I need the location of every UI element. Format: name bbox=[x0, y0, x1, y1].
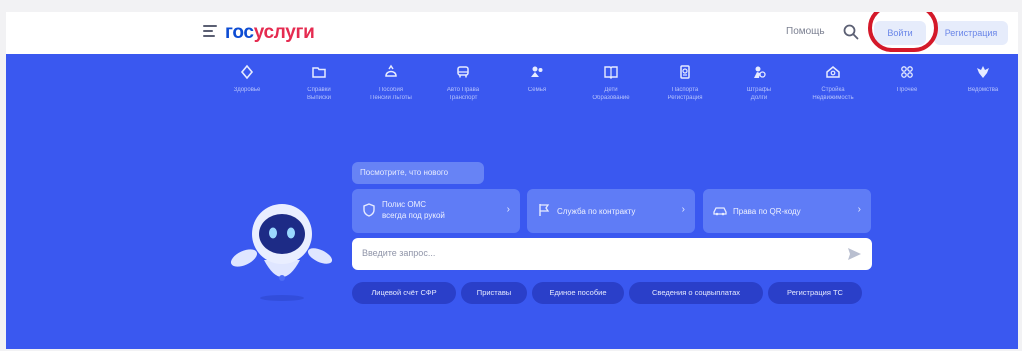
top-header: госуслуги Помощь Войти Регистрация bbox=[6, 12, 1018, 54]
category-family[interactable]: Семья bbox=[502, 64, 572, 94]
gosuslugi-logo[interactable]: госуслуги bbox=[225, 22, 315, 44]
category-certificates[interactable]: Справки Выписки bbox=[284, 64, 354, 102]
quick-card-oms[interactable]: Полис ОМС всегда под рукой › bbox=[352, 189, 520, 233]
logo-part-gos: гос bbox=[225, 22, 254, 43]
search-icon[interactable] bbox=[842, 23, 860, 41]
category-auto[interactable]: Авто Права Транспорт bbox=[428, 64, 498, 102]
category-sublabel: Недвижимость bbox=[812, 95, 854, 101]
shield-icon bbox=[363, 203, 375, 217]
category-label: Семья bbox=[527, 87, 547, 93]
category-sublabel: Регистрация bbox=[667, 95, 703, 101]
building-icon bbox=[826, 66, 840, 78]
car-icon bbox=[713, 207, 727, 216]
register-button[interactable]: Регистрация bbox=[934, 21, 1008, 45]
grid-icon bbox=[901, 66, 913, 78]
highlight-circle bbox=[868, 12, 938, 52]
chip-unified-benefit[interactable]: Единое пособие bbox=[532, 282, 624, 304]
gosuslugi-page: госуслуги Помощь Войти Регистрация Здоро… bbox=[6, 12, 1018, 349]
house-icon bbox=[385, 64, 397, 77]
robot-assistant-illustration bbox=[230, 204, 333, 301]
category-label: Ведомства bbox=[967, 87, 999, 93]
category-label: Здоровье bbox=[233, 87, 261, 93]
category-nav: Здоровье Справки Выписки Пособия Пенсии … bbox=[212, 64, 1012, 124]
quick-card-qr-license[interactable]: Права по QR-коду › bbox=[703, 189, 871, 233]
chip-social-payments[interactable]: Сведения о соцвыплатах bbox=[629, 282, 763, 304]
category-benefits[interactable]: Пособия Пенсии Льготы bbox=[356, 64, 426, 102]
quick-card-subtitle: всегда под рукой bbox=[382, 211, 445, 220]
category-label: Паспорта bbox=[671, 87, 699, 93]
category-health[interactable]: Здоровье bbox=[212, 64, 282, 94]
search-input[interactable]: Введите запрос... bbox=[352, 238, 872, 270]
emblem-icon bbox=[977, 66, 989, 78]
fines-icon bbox=[754, 66, 766, 78]
flag-icon bbox=[539, 204, 550, 216]
whats-new-button[interactable]: Посмотрите, что нового bbox=[352, 162, 484, 184]
book-icon bbox=[604, 66, 618, 79]
category-label: Прочее bbox=[896, 87, 918, 93]
car-icon bbox=[457, 66, 469, 78]
send-icon[interactable] bbox=[846, 246, 862, 262]
search-placeholder: Введите запрос... bbox=[362, 248, 436, 258]
category-passports[interactable]: Паспорта Регистрация bbox=[650, 64, 720, 102]
quick-card-title: Служба по контракту bbox=[557, 207, 636, 216]
menu-icon[interactable] bbox=[203, 25, 217, 39]
category-label: Пособия bbox=[378, 87, 404, 93]
category-sublabel: Долги bbox=[750, 95, 768, 101]
category-label: Стройка bbox=[821, 87, 845, 93]
quick-card-contract-service[interactable]: Служба по контракту › bbox=[527, 189, 695, 233]
chevron-right-icon: › bbox=[857, 204, 861, 215]
category-agencies[interactable]: Ведомства bbox=[948, 64, 1018, 94]
category-fines[interactable]: Штрафы Долги bbox=[724, 64, 794, 102]
category-construction[interactable]: Стройка Недвижимость bbox=[798, 64, 868, 102]
chevron-right-icon: › bbox=[681, 204, 685, 215]
document-icon bbox=[240, 64, 254, 80]
category-other[interactable]: Прочее bbox=[872, 64, 942, 94]
chip-bailiffs[interactable]: Приставы bbox=[461, 282, 527, 304]
category-label: Справки bbox=[307, 87, 331, 93]
chevron-right-icon: › bbox=[506, 204, 510, 215]
category-label: Штрафы bbox=[746, 87, 772, 93]
category-sublabel: Пенсии Льготы bbox=[370, 95, 412, 101]
folder-icon bbox=[312, 67, 326, 78]
category-label: Дети bbox=[604, 87, 618, 93]
category-sublabel: Выписки bbox=[307, 95, 331, 101]
help-link[interactable]: Помощь bbox=[786, 26, 825, 37]
quick-card-title: Полис ОМС bbox=[382, 200, 427, 209]
chip-vehicle-registration[interactable]: Регистрация ТС bbox=[768, 282, 862, 304]
logo-part-uslugi: услуги bbox=[253, 22, 315, 43]
category-sublabel: Образование bbox=[592, 95, 630, 101]
passport-icon bbox=[680, 65, 690, 79]
chip-sfr-account[interactable]: Лицевой счёт СФР bbox=[352, 282, 456, 304]
quick-card-title: Права по QR-коду bbox=[733, 207, 801, 216]
category-children[interactable]: Дети Образование bbox=[576, 64, 646, 102]
family-icon bbox=[531, 66, 543, 77]
category-sublabel: Транспорт bbox=[448, 95, 478, 101]
category-label: Авто Права bbox=[446, 87, 480, 93]
